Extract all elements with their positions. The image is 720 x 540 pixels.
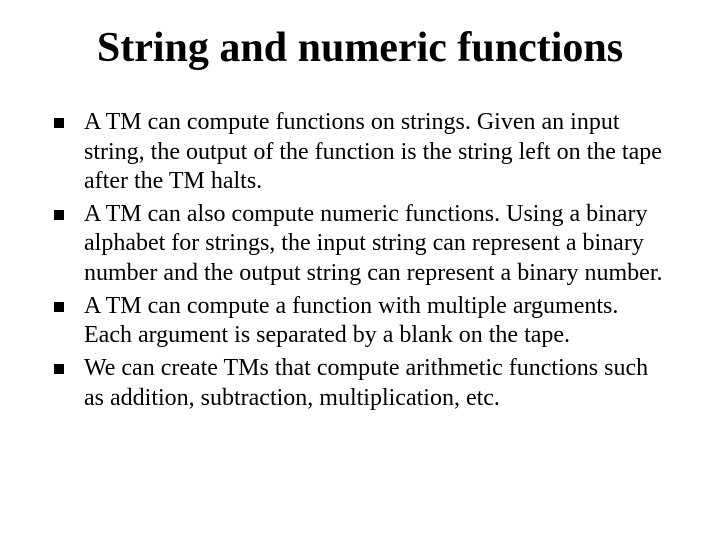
list-item-text: A TM can also compute numeric functions.… xyxy=(84,201,663,286)
square-bullet-icon xyxy=(54,118,64,128)
slide-title: String and numeric functions xyxy=(50,24,670,72)
list-item: A TM can compute a function with multipl… xyxy=(50,292,670,351)
square-bullet-icon xyxy=(54,302,64,312)
slide: String and numeric functions A TM can co… xyxy=(0,0,720,540)
square-bullet-icon xyxy=(54,364,64,374)
list-item: A TM can compute functions on strings. G… xyxy=(50,108,670,196)
list-item-text: A TM can compute a function with multipl… xyxy=(84,293,618,348)
list-item-text: We can create TMs that compute arithmeti… xyxy=(84,355,648,410)
list-item: A TM can also compute numeric functions.… xyxy=(50,200,670,288)
list-item: We can create TMs that compute arithmeti… xyxy=(50,354,670,413)
bullet-list: A TM can compute functions on strings. G… xyxy=(50,108,670,413)
square-bullet-icon xyxy=(54,210,64,220)
list-item-text: A TM can compute functions on strings. G… xyxy=(84,109,662,194)
